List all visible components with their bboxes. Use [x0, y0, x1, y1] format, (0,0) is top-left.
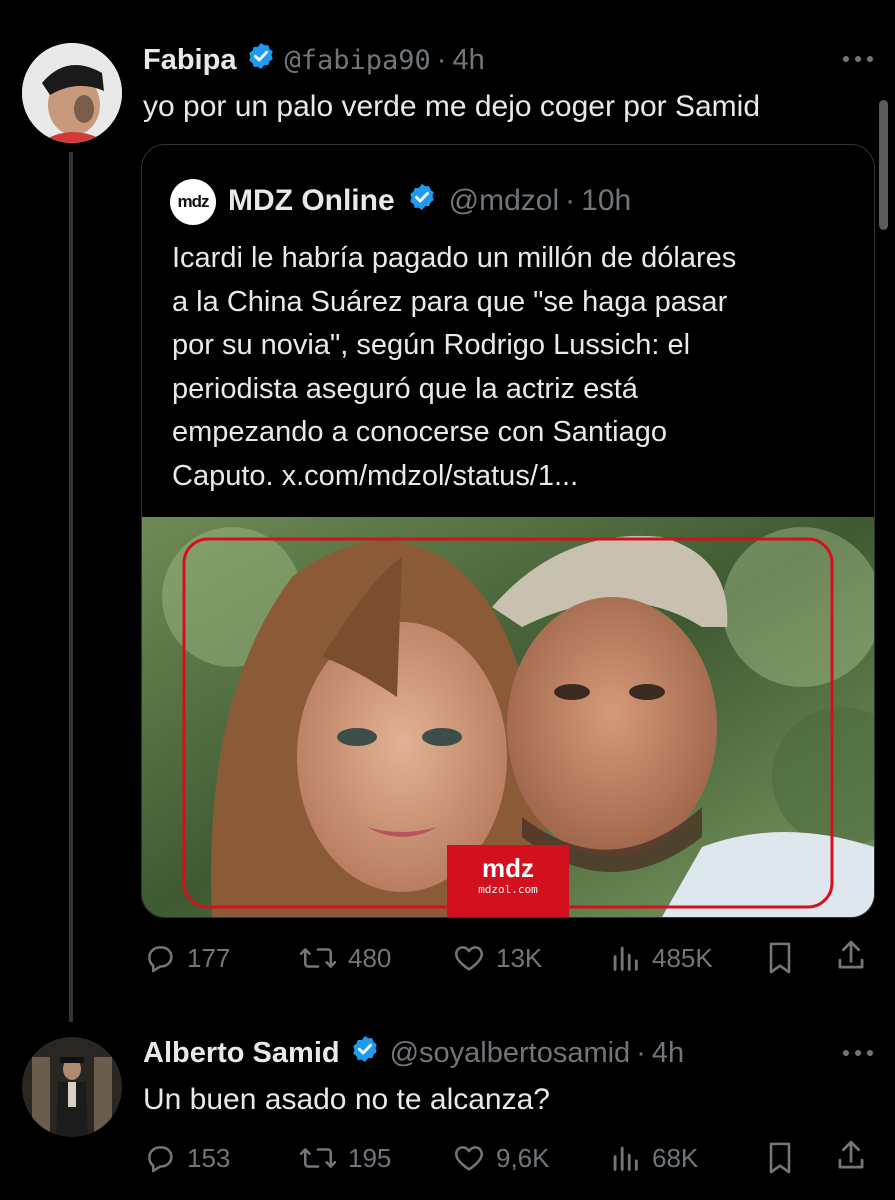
- repost-icon: [299, 1148, 337, 1168]
- share-icon[interactable]: [834, 1138, 868, 1174]
- views-icon: [613, 946, 638, 971]
- repost-button[interactable]: 195: [298, 1140, 391, 1176]
- quoted-header: MDZ Online @mdzol · 10h: [228, 179, 631, 223]
- views-count: 485K: [652, 942, 713, 973]
- tweet2-time[interactable]: 4h: [652, 1037, 684, 1070]
- tweet1-handle[interactable]: @fabipa90: [284, 45, 430, 76]
- mdz-logo-avatar[interactable]: mdz: [170, 179, 216, 225]
- quoted-tweet-card[interactable]: mdz MDZ Online @mdzol · 10h Icardi le ha…: [141, 144, 875, 918]
- separator-dot: ·: [565, 184, 576, 217]
- quoted-text: Icardi le habría pagado un millón de dól…: [172, 237, 736, 498]
- quoted-media-image[interactable]: mdz mdzol.com: [142, 517, 874, 917]
- tweet2-text: Un buen asado no te alcanza?: [143, 1083, 550, 1116]
- quoted-text-line: Icardi le habría pagado un millón de dól…: [172, 242, 737, 274]
- quoted-display-name[interactable]: MDZ Online: [228, 184, 395, 218]
- views-button[interactable]: 485K: [608, 940, 713, 976]
- mdz-watermark-badge: mdz mdzol.com: [447, 845, 569, 905]
- reply-button[interactable]: 177: [143, 940, 230, 976]
- tweet2-header: Alberto Samid @soyalbertosamid · 4h: [143, 1033, 684, 1073]
- views-button[interactable]: 68K: [608, 1140, 698, 1176]
- heart-icon: [454, 946, 484, 971]
- separator-dot: ·: [436, 43, 447, 76]
- bookmark-icon[interactable]: [764, 940, 796, 976]
- reply-icon: [148, 1146, 173, 1173]
- like-count: 13K: [496, 942, 543, 973]
- views-icon: [613, 1146, 638, 1171]
- tweet2-display-name[interactable]: Alberto Samid: [143, 1037, 340, 1070]
- tweet2-more-icon[interactable]: [838, 1038, 878, 1068]
- verified-badge-icon: [350, 1034, 380, 1072]
- quoted-text-line: periodista aseguró que la actriz está: [172, 372, 638, 405]
- tweet1-time[interactable]: 4h: [452, 44, 484, 77]
- quoted-time[interactable]: 10h: [581, 184, 631, 218]
- watermark-subtitle: mdzol.com: [478, 883, 538, 896]
- reply-button[interactable]: 153: [143, 1140, 230, 1176]
- verified-badge-icon: [246, 41, 276, 79]
- reply-count: 153: [187, 1142, 231, 1173]
- like-count: 9,6K: [496, 1142, 550, 1173]
- quoted-text-line: por su novia", según Rodrigo Lussich: el: [172, 329, 691, 361]
- tweet1-display-name[interactable]: Fabipa: [143, 44, 236, 77]
- repost-icon: [299, 948, 337, 968]
- views-count: 68K: [652, 1142, 699, 1173]
- scrollbar-thumb[interactable]: [879, 100, 888, 230]
- avatar-fabipa[interactable]: [22, 43, 122, 143]
- tweet1-header: Fabipa @fabipa90 · 4h: [143, 40, 485, 80]
- tweet1-text: yo por un palo verde me dejo coger por S…: [143, 90, 761, 123]
- tweet2-handle[interactable]: @soyalbertosamid: [390, 1037, 631, 1070]
- bookmark-icon[interactable]: [764, 1140, 796, 1176]
- reply-icon: [148, 946, 173, 973]
- avatar-alberto-samid[interactable]: [22, 1037, 122, 1137]
- share-icon[interactable]: [834, 938, 868, 974]
- like-button[interactable]: 13K: [452, 940, 542, 976]
- repost-button[interactable]: 480: [298, 940, 391, 976]
- mdz-logo-text: mdz: [177, 192, 210, 211]
- thread-connector-line: [69, 152, 73, 1022]
- quoted-text-line: Caputo. x.com/mdzol/status/1...: [172, 459, 579, 492]
- verified-badge-icon: [407, 182, 437, 220]
- heart-icon: [454, 1146, 484, 1171]
- like-button[interactable]: 9,6K: [452, 1140, 550, 1176]
- watermark-title: mdz: [482, 853, 534, 883]
- quoted-text-line: empezando a conocerse con Santiago: [172, 416, 667, 448]
- tweet1-more-icon[interactable]: [838, 44, 878, 74]
- quoted-text-line: a la China Suárez para que "se haga pasa…: [172, 285, 728, 318]
- repost-count: 480: [348, 942, 392, 973]
- repost-count: 195: [348, 1142, 392, 1173]
- quoted-handle[interactable]: @mdzol: [449, 184, 559, 218]
- reply-count: 177: [187, 942, 231, 973]
- separator-dot: ·: [636, 1036, 646, 1069]
